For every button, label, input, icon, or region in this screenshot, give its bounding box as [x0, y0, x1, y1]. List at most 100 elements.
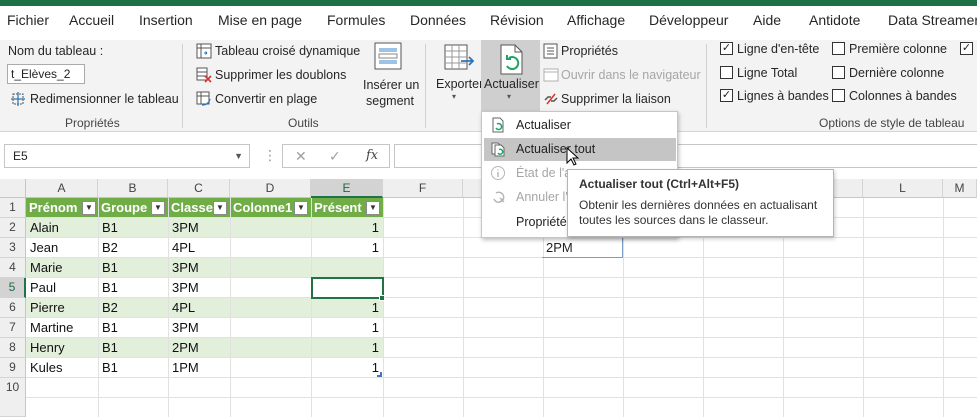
tab-affichage[interactable]: Affichage	[567, 12, 625, 28]
tab-mise-en-page[interactable]: Mise en page	[218, 12, 302, 28]
last-column-label[interactable]: Dernière colonne	[849, 66, 944, 80]
table-cell[interactable]: B1	[98, 278, 118, 298]
remove-duplicates-button[interactable]: Supprimer les doublons	[215, 68, 346, 82]
filter-dropdown-icon[interactable]: ▼	[366, 201, 380, 215]
name-box[interactable]: E5 ▼	[4, 144, 250, 168]
row-header-5[interactable]: 5	[0, 278, 26, 298]
banded-columns-label[interactable]: Colonnes à bandes	[849, 89, 957, 103]
table-cell[interactable]: B1	[98, 258, 118, 278]
table-cell[interactable]: 3PM	[168, 278, 199, 298]
table-header-present[interactable]: Présent	[311, 198, 362, 218]
header-row-checkbox[interactable]: ✓	[720, 42, 733, 55]
banded-columns-checkbox[interactable]	[832, 89, 845, 102]
table-name-input[interactable]	[7, 64, 85, 84]
filter-dropdown-icon[interactable]: ▼	[82, 201, 96, 215]
table-cell[interactable]: 1PM	[168, 358, 199, 378]
tab-donnees[interactable]: Données	[410, 12, 466, 28]
tab-aide[interactable]: Aide	[753, 12, 781, 28]
table-cell[interactable]: 1	[311, 358, 383, 378]
refresh-label[interactable]: Actualiser	[484, 77, 539, 91]
table-cell[interactable]: B1	[98, 318, 118, 338]
column-header-f[interactable]: F	[383, 179, 463, 198]
column-header-b[interactable]: B	[98, 179, 168, 198]
banded-rows-checkbox[interactable]: ✓	[720, 89, 733, 102]
column-header-a[interactable]: A	[26, 179, 98, 198]
resize-table-button[interactable]: Redimensionner le tableau	[30, 92, 179, 106]
refresh-dropdown-icon[interactable]: ▾	[507, 92, 511, 101]
insert-function-icon[interactable]: fx	[366, 148, 378, 163]
filter-dropdown-icon[interactable]: ▼	[294, 201, 308, 215]
total-row-label[interactable]: Ligne Total	[737, 66, 797, 80]
convert-to-range-button[interactable]: Convertir en plage	[215, 92, 317, 106]
tab-developpeur[interactable]: Développeur	[649, 12, 728, 28]
row-header-10[interactable]: 10	[0, 378, 26, 417]
tab-revision[interactable]: Révision	[490, 12, 544, 28]
export-button[interactable]: Exporter	[436, 77, 483, 91]
tab-formules[interactable]: Formules	[327, 12, 385, 28]
table-cell[interactable]: B2	[98, 298, 118, 318]
table-cell[interactable]: Alain	[26, 218, 59, 238]
table-cell[interactable]: 1	[311, 218, 383, 238]
tab-data-streamer[interactable]: Data Streamer	[888, 12, 977, 28]
tab-accueil[interactable]: Accueil	[69, 12, 114, 28]
filter-dropdown-icon[interactable]: ▼	[151, 201, 165, 215]
row-header-8[interactable]: 8	[0, 338, 26, 358]
column-header-e[interactable]: E	[311, 179, 383, 198]
chevron-down-icon[interactable]: ▼	[234, 151, 243, 161]
column-header-m[interactable]: M	[943, 179, 977, 198]
tab-antidote[interactable]: Antidote	[809, 12, 860, 28]
table-cell[interactable]: Martine	[26, 318, 73, 338]
tab-fichier[interactable]: Fichier	[7, 12, 49, 28]
table-cell[interactable]: Kules	[26, 358, 63, 378]
column-header-c[interactable]: C	[168, 179, 230, 198]
pivot-table-button[interactable]: Tableau croisé dynamique	[215, 44, 360, 58]
row-header-2[interactable]: 2	[0, 218, 26, 238]
table-cell[interactable]: B1	[98, 338, 118, 358]
table-resize-handle[interactable]	[377, 372, 382, 377]
table-header-classe[interactable]: Classe	[168, 198, 213, 218]
table-cell[interactable]: 1	[311, 238, 383, 258]
total-row-checkbox[interactable]	[720, 66, 733, 79]
slicer-label-line2[interactable]: segment	[366, 94, 414, 108]
unlink-button[interactable]: Supprimer la liaison	[561, 92, 671, 106]
selected-cell-e5[interactable]	[311, 277, 384, 299]
cancel-icon[interactable]: ✕	[295, 148, 307, 165]
row-header-7[interactable]: 7	[0, 318, 26, 338]
fill-handle[interactable]	[379, 295, 385, 301]
table-cell[interactable]: Jean	[26, 238, 58, 258]
table-cell[interactable]: B1	[98, 358, 118, 378]
table-cell[interactable]: 1	[311, 338, 383, 358]
first-column-label[interactable]: Première colonne	[849, 42, 947, 56]
column-header-l[interactable]: L	[863, 179, 943, 198]
table-cell[interactable]: 4PL	[168, 298, 195, 318]
row-header-6[interactable]: 6	[0, 298, 26, 318]
tab-insertion[interactable]: Insertion	[139, 12, 193, 28]
table-cell[interactable]: Henry	[26, 338, 65, 358]
table-cell[interactable]: 3PM	[168, 218, 199, 238]
table-cell[interactable]: B2	[98, 238, 118, 258]
filter-dropdown-icon[interactable]: ▼	[213, 201, 227, 215]
table-cell[interactable]: 1	[311, 298, 383, 318]
row-header-9[interactable]: 9	[0, 358, 26, 378]
export-dropdown-icon[interactable]: ▾	[452, 92, 456, 101]
table-cell[interactable]: Paul	[26, 278, 56, 298]
first-column-checkbox[interactable]	[832, 42, 845, 55]
slicer-label-line1[interactable]: Insérer un	[363, 78, 419, 92]
table-cell[interactable]: B1	[98, 218, 118, 238]
row-header-4[interactable]: 4	[0, 258, 26, 278]
select-all-corner[interactable]	[0, 179, 26, 198]
table-cell[interactable]: 1	[311, 318, 383, 338]
row-header-1[interactable]: 1	[0, 198, 26, 218]
menu-item-actualiser[interactable]: Actualiser	[484, 114, 676, 137]
enter-icon[interactable]: ✓	[329, 148, 341, 165]
table-cell[interactable]	[311, 258, 383, 278]
table-header-colonne1[interactable]: Colonne1	[230, 198, 292, 218]
properties-button[interactable]: Propriétés	[561, 44, 618, 58]
table-cell[interactable]: 2PM	[168, 338, 199, 358]
header-row-label[interactable]: Ligne d'en-tête	[737, 42, 819, 56]
table-header-prenom[interactable]: Prénom	[26, 198, 77, 218]
formula-bar-grip[interactable]: ⋮	[263, 147, 277, 164]
filter-button-checkbox[interactable]: ✓	[960, 42, 973, 55]
table-cell[interactable]: 3PM	[168, 318, 199, 338]
cell-h3[interactable]: 2PM	[542, 238, 623, 258]
